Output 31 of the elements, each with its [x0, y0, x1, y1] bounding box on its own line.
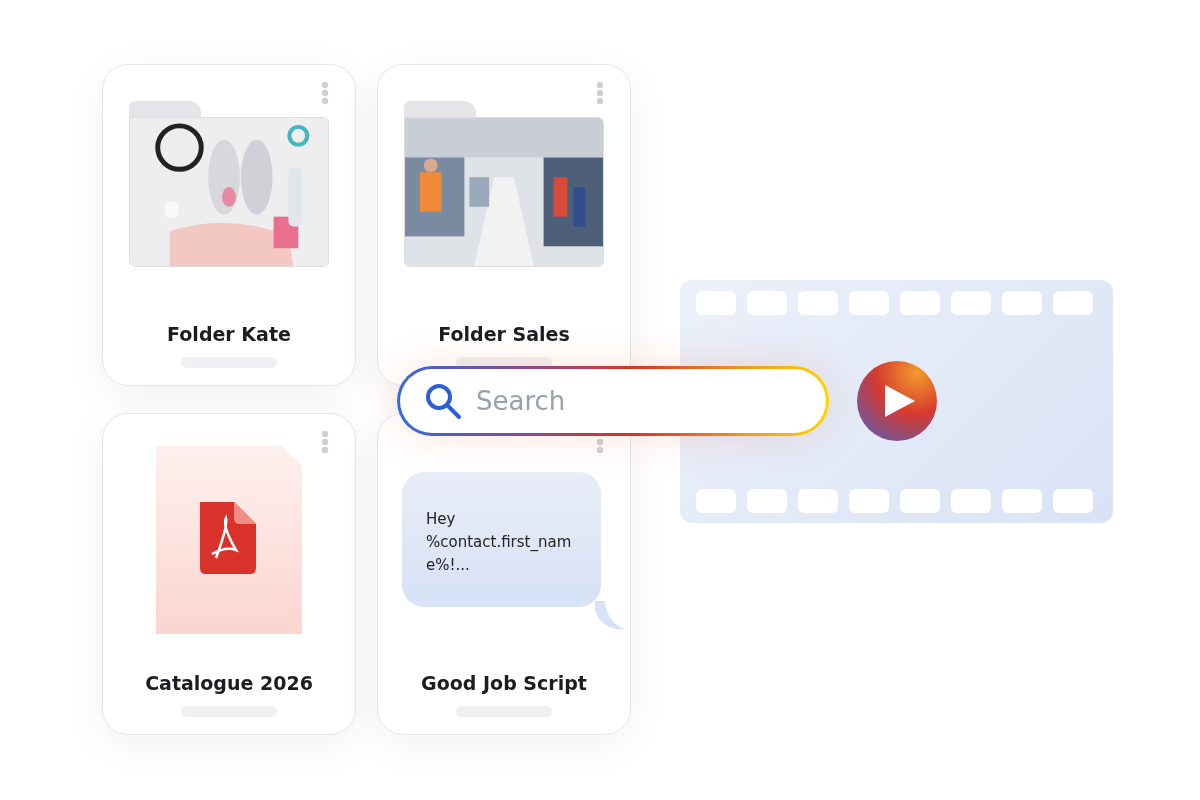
sprocket-hole [1002, 489, 1042, 513]
sprocket-hole [798, 489, 838, 513]
sprocket-hole [849, 291, 889, 315]
kebab-menu-icon[interactable] [321, 430, 329, 454]
sprocket-hole [747, 489, 787, 513]
folder-tab [404, 101, 476, 117]
card-title: Catalogue 2026 [145, 672, 313, 694]
folder-tab [129, 101, 201, 117]
sprocket-hole [900, 489, 940, 513]
sprocket-hole [900, 291, 940, 315]
sprocket-hole [1053, 291, 1093, 315]
sprocket-hole [798, 291, 838, 315]
play-icon [883, 383, 917, 419]
kebab-menu-icon[interactable] [321, 81, 329, 105]
card-title: Good Job Script [421, 672, 587, 694]
search-icon [424, 382, 462, 420]
kebab-menu-icon[interactable] [596, 81, 604, 105]
sprocket-hole [1002, 291, 1042, 315]
card-title: Folder Sales [438, 323, 570, 345]
sprocket-hole [849, 489, 889, 513]
bubble-tail-icon [595, 601, 625, 631]
card[interactable]: Folder Kate [102, 64, 356, 386]
kebab-menu-icon[interactable] [596, 438, 604, 454]
sprocket-hole [951, 291, 991, 315]
card-title: Folder Kate [167, 323, 291, 345]
sprocket-hole [951, 489, 991, 513]
sprocket-hole [696, 489, 736, 513]
pdf-document-icon [156, 446, 302, 634]
message-text: Hey %contact.first_name%!... [426, 509, 573, 576]
sprocket-hole [1053, 489, 1093, 513]
card[interactable]: Catalogue 2026 [102, 413, 356, 735]
